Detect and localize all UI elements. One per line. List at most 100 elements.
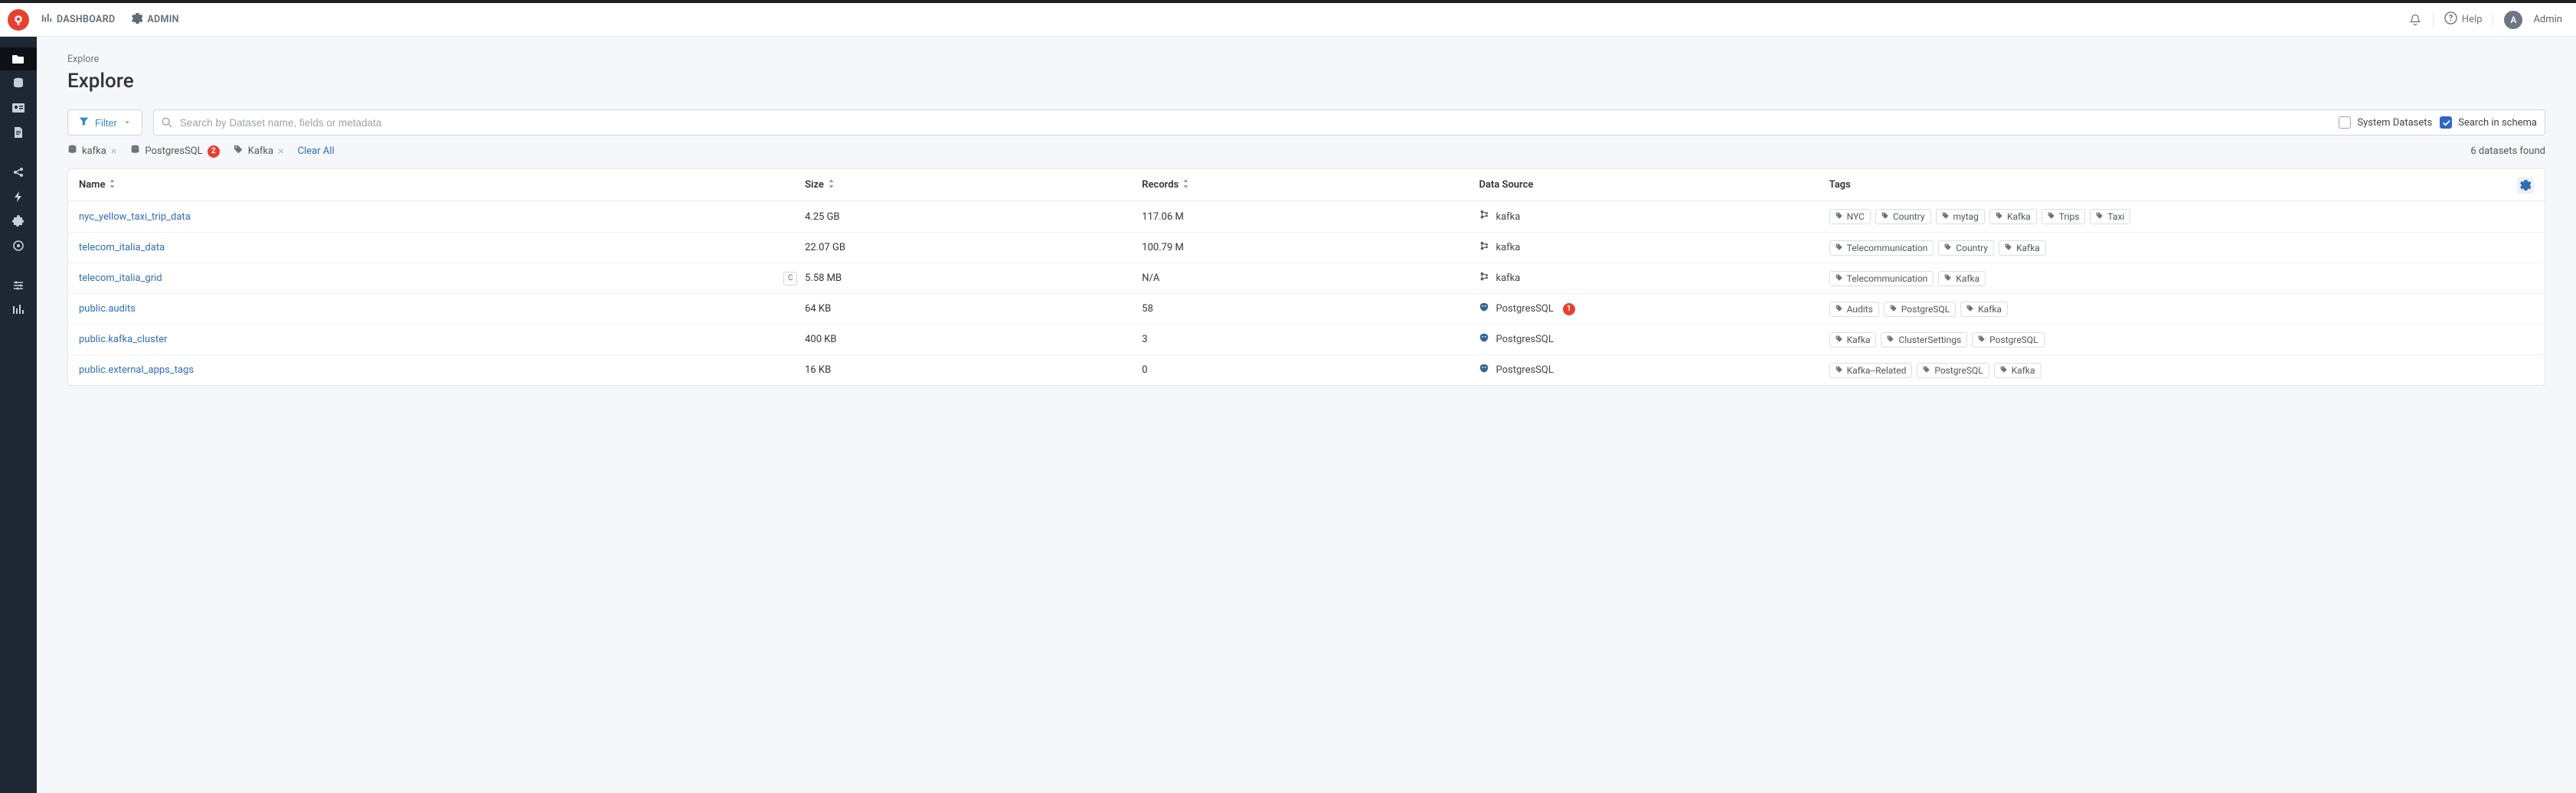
chips-row: kafka × PostgresSQL 2 Kafka × Clear All …: [67, 145, 2545, 158]
clear-all-link[interactable]: Clear All: [298, 145, 335, 157]
help-icon: [2444, 11, 2457, 28]
filter-button[interactable]: Filter: [67, 109, 142, 135]
results-count: 6 datasets found: [2470, 145, 2545, 157]
username[interactable]: Admin: [2533, 14, 2562, 25]
kafka-icon: [1479, 210, 1489, 224]
tag-icon: [1836, 211, 1843, 222]
tag-chip[interactable]: NYC: [1829, 209, 1871, 224]
dataset-link[interactable]: telecom_italia_data: [79, 242, 165, 253]
sidebar-item-reports[interactable]: [0, 299, 37, 321]
tag-chip[interactable]: PostgreSQL: [1972, 332, 2044, 348]
nav-admin[interactable]: ADMIN: [132, 13, 178, 27]
tag-icon: [1881, 211, 1889, 222]
records-cell: 117.06 M: [1142, 211, 1479, 223]
tag-icon: [1890, 304, 1898, 315]
page-title: Explore: [67, 70, 2545, 93]
datasource-label: PostgresSQL: [1496, 334, 1553, 345]
tag-chip[interactable]: ClusterSettings: [1881, 332, 1967, 348]
datasource-cell: PostgresSQL: [1479, 333, 1829, 347]
dataset-link[interactable]: public.external_apps_tags: [79, 364, 194, 376]
sidebar-item-docs[interactable]: [0, 121, 37, 144]
sidebar-item-settings[interactable]: [0, 274, 37, 297]
tag-icon: [1966, 304, 1974, 315]
tag-chip[interactable]: Audits: [1829, 302, 1879, 317]
avatar[interactable]: A: [2504, 11, 2522, 29]
dataset-link[interactable]: telecom_italia_grid: [79, 272, 162, 284]
name-cell: nyc_yellow_taxi_trip_data: [79, 211, 805, 223]
sidebar-item-monitor[interactable]: [0, 234, 37, 257]
sidebar-item-share[interactable]: [0, 161, 37, 184]
dataset-link[interactable]: public.kafka_cluster: [79, 334, 167, 345]
tag-chip[interactable]: mytag: [1936, 209, 1985, 224]
sidebar-item-actions[interactable]: [0, 185, 37, 208]
filter-row: Filter System Datasets Search in schema: [67, 109, 2545, 135]
search-in-schema-label: Search in schema: [2458, 117, 2537, 129]
dataset-link[interactable]: public.audits: [79, 303, 136, 315]
tag-chip[interactable]: Kafka: [1989, 209, 2037, 224]
tag-chip[interactable]: Trips: [2042, 209, 2086, 224]
sidebar-item-datasources[interactable]: [0, 72, 37, 95]
size-cell: 4.25 GB: [805, 211, 1142, 223]
tag-label: Kafka: [2012, 365, 2035, 376]
col-tags-label: Tags: [1829, 179, 1851, 191]
filter-chip-postgres[interactable]: PostgresSQL 2: [130, 145, 219, 158]
postgres-icon: [1479, 333, 1489, 347]
filter-chip-tag-kafka[interactable]: Kafka ×: [234, 145, 284, 158]
size-cell: 5.58 MB: [805, 272, 1142, 284]
filter-button-label: Filter: [95, 117, 117, 129]
table-row: public.external_apps_tags16 KB0PostgresS…: [68, 354, 2545, 385]
sidebar-item-policies[interactable]: [0, 96, 37, 119]
breadcrumb[interactable]: Explore: [67, 54, 2545, 65]
help-link[interactable]: Help: [2444, 11, 2483, 28]
tag-chip[interactable]: Telecommunication: [1829, 240, 1934, 256]
system-datasets-checkbox[interactable]: System Datasets: [2339, 116, 2432, 129]
sort-icon: [1182, 179, 1189, 191]
datasets-table: Name Size Records Data Source Tags nyc_y…: [67, 168, 2545, 386]
tags-cell: TelecommunicationCountry Kafka: [1829, 240, 2503, 256]
app-logo[interactable]: [8, 9, 29, 31]
table-row: telecom_italia_data22.07 GB100.79 Mkafka…: [68, 232, 2545, 263]
table-row: public.audits64 KB58PostgresSQL1AuditsPo…: [68, 293, 2545, 324]
tag-chip[interactable]: Kafka: [1960, 302, 2008, 317]
sidebar-item-plugins[interactable]: [0, 210, 37, 233]
tag-label: NYC: [1847, 211, 1865, 222]
tag-chip[interactable]: PostgreSQL: [1884, 302, 1956, 317]
tag-icon: [1836, 273, 1843, 284]
tag-chip[interactable]: Kafka: [1999, 240, 2046, 256]
search-in-schema-checkbox[interactable]: Search in schema: [2440, 116, 2537, 129]
chip-badge: 2: [208, 145, 220, 158]
dataset-link[interactable]: nyc_yellow_taxi_trip_data: [79, 211, 191, 223]
close-icon[interactable]: ×: [111, 145, 116, 158]
close-icon[interactable]: ×: [278, 145, 283, 158]
datasource-label: kafka: [1496, 242, 1520, 253]
compact-badge: C: [783, 272, 797, 286]
search-input[interactable]: [180, 117, 2332, 129]
notifications-button[interactable]: [2408, 13, 2422, 27]
name-cell: telecom_italia_grid C: [79, 272, 805, 286]
nav-dashboard-label: DASHBOARD: [57, 14, 115, 25]
tag-chip[interactable]: Telecommunication: [1829, 271, 1934, 286]
postgres-icon: [1479, 364, 1489, 377]
records-cell: 100.79 M: [1142, 242, 1479, 253]
tag-chip[interactable]: Kafka--Related: [1829, 363, 1913, 378]
tag-chip[interactable]: Kafka: [1938, 271, 1986, 286]
col-datasource[interactable]: Data Source: [1479, 179, 1829, 191]
col-tags[interactable]: Tags: [1829, 179, 2503, 191]
nav-dashboard[interactable]: DASHBOARD: [41, 13, 115, 27]
sidebar-item-explore[interactable]: [0, 47, 37, 70]
tag-chip[interactable]: Kafka: [1994, 363, 2042, 378]
tag-chip[interactable]: Country: [1938, 240, 1994, 256]
col-records[interactable]: Records: [1142, 179, 1479, 191]
col-size[interactable]: Size: [805, 179, 1142, 191]
col-name[interactable]: Name: [79, 179, 805, 191]
tag-chip[interactable]: Kafka: [1829, 332, 1877, 348]
table-body: nyc_yellow_taxi_trip_data 4.25 GB117.06 M…: [68, 201, 2545, 385]
table-settings-button[interactable]: [2517, 177, 2534, 194]
filter-chip-kafka[interactable]: kafka ×: [67, 145, 116, 158]
topbar: DASHBOARD ADMIN Help A Admin: [0, 0, 2576, 37]
tag-chip[interactable]: PostgreSQL: [1917, 363, 1989, 378]
tag-chip[interactable]: Country: [1875, 209, 1931, 224]
tag-icon: [1942, 211, 1950, 222]
tag-chip[interactable]: Taxi: [2090, 209, 2130, 224]
kafka-icon: [1479, 272, 1489, 286]
